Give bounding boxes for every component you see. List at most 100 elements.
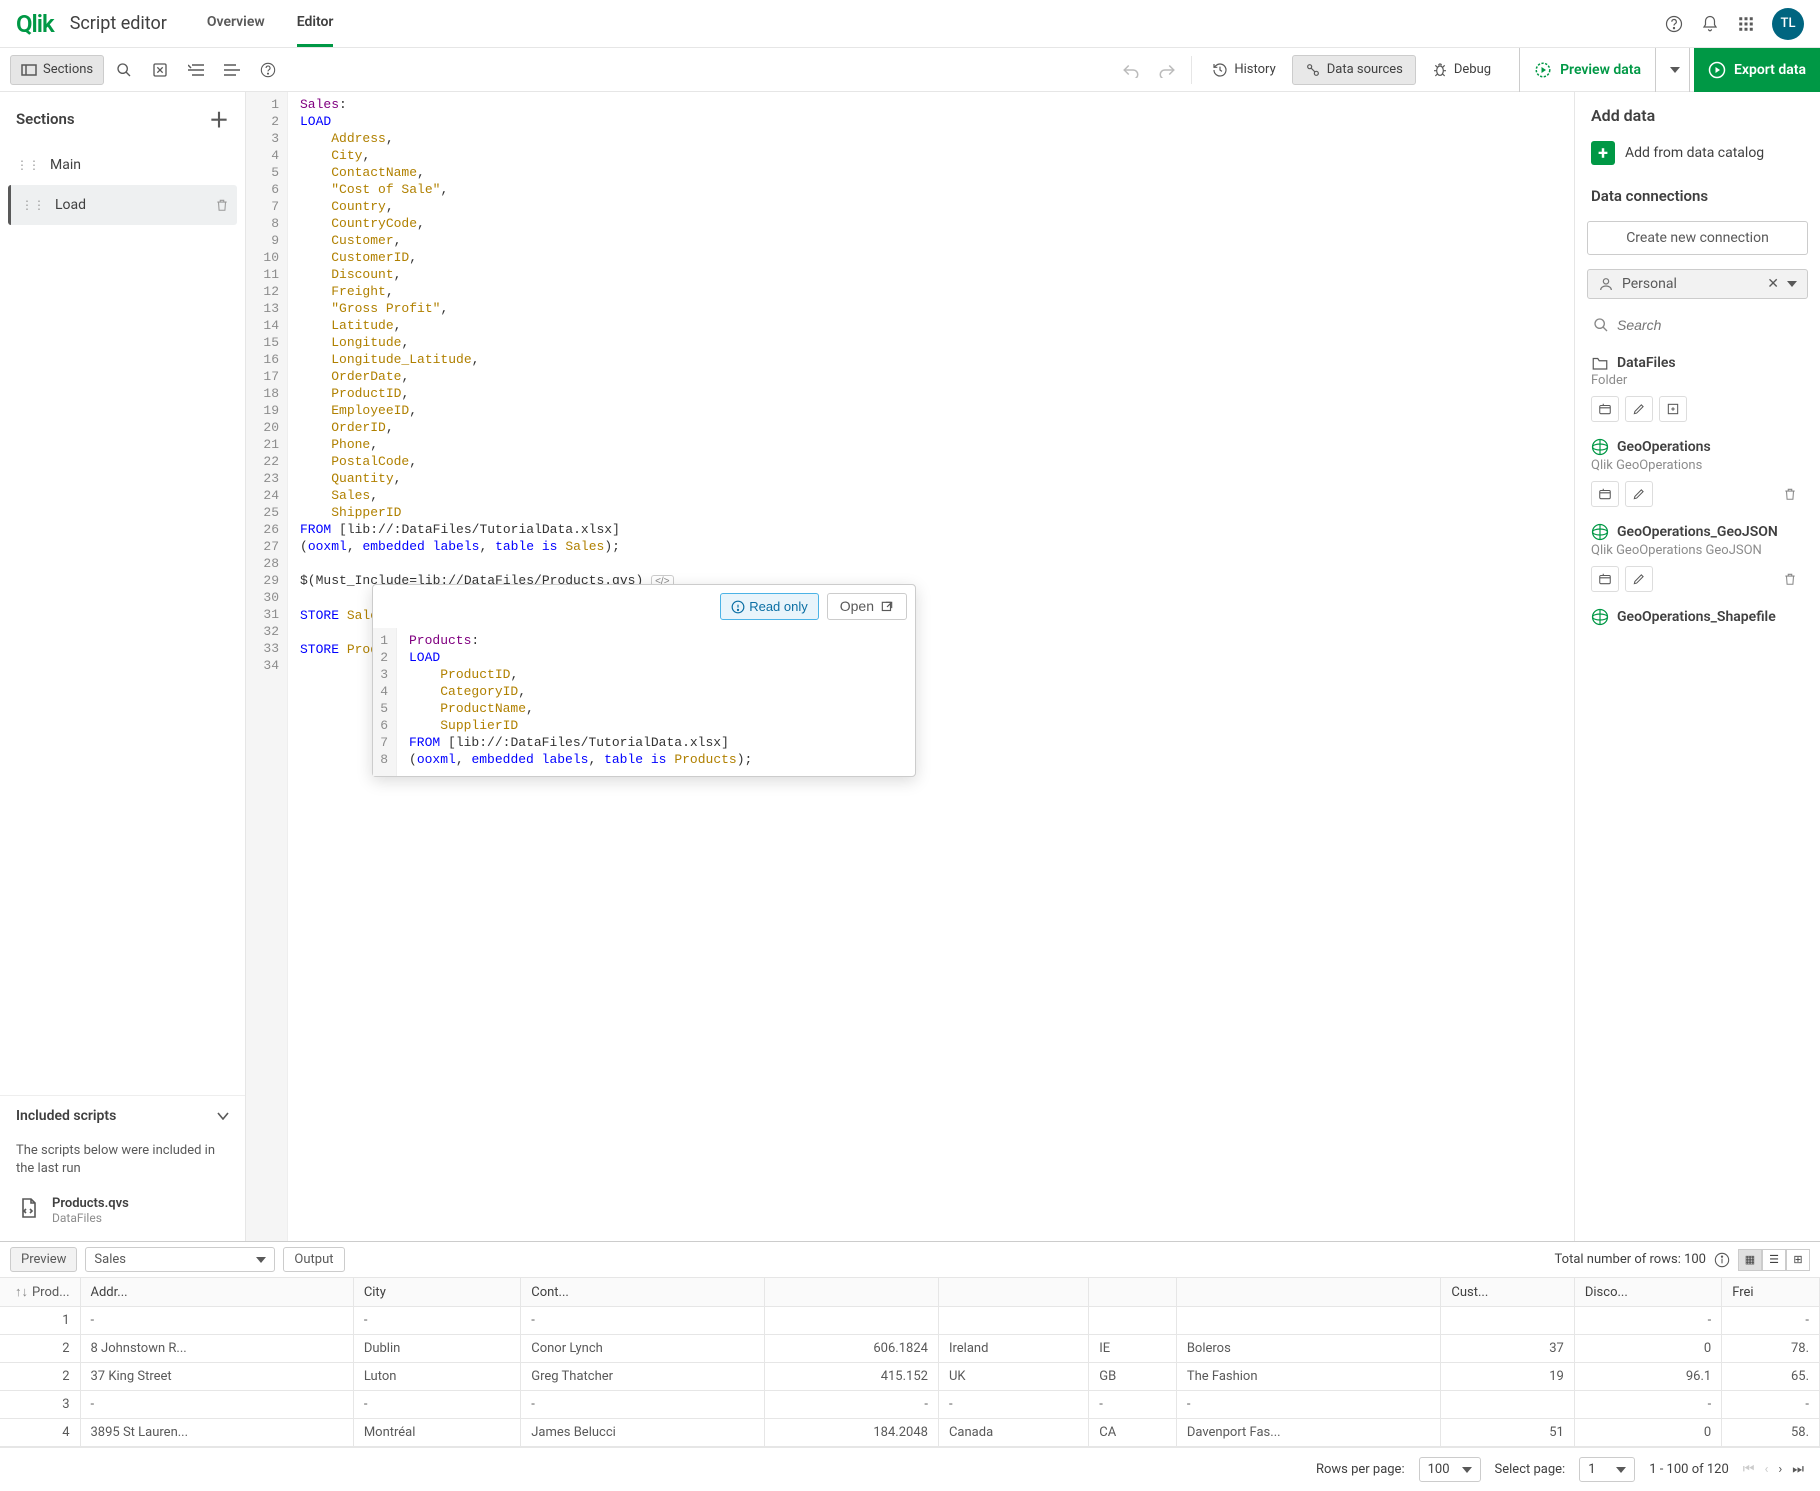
avatar[interactable]: TL: [1772, 8, 1804, 40]
preview-dropdown[interactable]: [1660, 48, 1690, 92]
table-cell: [1089, 1307, 1177, 1335]
redo-icon[interactable]: [1151, 54, 1183, 86]
apps-icon[interactable]: [1736, 14, 1756, 34]
last-page-icon[interactable]: ⏭: [1792, 1462, 1804, 1477]
info-icon[interactable]: [1714, 1252, 1730, 1268]
table-cell: [1441, 1307, 1574, 1335]
editor-area: 1234567891011121314151617181920212223242…: [246, 92, 1574, 1241]
table-cell: [764, 1307, 938, 1335]
first-page-icon[interactable]: ⏮: [1743, 1462, 1755, 1477]
preview-data-button[interactable]: Preview data: [1519, 48, 1656, 92]
help2-icon[interactable]: [252, 54, 284, 86]
table-row[interactable]: 43895 St Lauren...MontréalJames Belucci1…: [0, 1419, 1820, 1447]
table-cell: James Belucci: [521, 1419, 764, 1447]
connection-item[interactable]: GeoOperations_GeoJSON Qlik GeoOperations…: [1575, 513, 1820, 598]
connection-search[interactable]: [1587, 313, 1808, 337]
conn-edit-icon[interactable]: [1625, 396, 1653, 422]
table-row[interactable]: 3---------: [0, 1391, 1820, 1419]
table-cell: UK: [938, 1363, 1088, 1391]
view-grid-icon[interactable]: ⊞: [1786, 1249, 1810, 1271]
help-icon[interactable]: [1664, 14, 1684, 34]
table-cell: -: [1722, 1307, 1820, 1335]
debug-button[interactable]: Debug: [1420, 55, 1503, 85]
page-select[interactable]: 1: [1579, 1457, 1635, 1482]
export-data-button[interactable]: Export data: [1694, 48, 1820, 92]
conn-select-icon[interactable]: [1591, 566, 1619, 592]
space-selector[interactable]: Personal ✕: [1587, 269, 1808, 299]
indent-icon[interactable]: [180, 54, 212, 86]
table-cell: 3895 St Lauren...: [80, 1419, 353, 1447]
sort-icon[interactable]: ↑↓: [15, 1285, 28, 1300]
conn-edit-icon[interactable]: [1625, 481, 1653, 507]
chevron-down-icon[interactable]: [1787, 281, 1797, 287]
column-header[interactable]: Cust...: [1441, 1278, 1574, 1307]
column-header[interactable]: Addr...: [80, 1278, 353, 1307]
add-from-catalog-button[interactable]: + Add from data catalog: [1575, 133, 1820, 173]
section-item-main[interactable]: ⋮⋮ Main: [8, 145, 237, 185]
drag-icon: ⋮⋮: [21, 198, 45, 212]
preview-tab[interactable]: Preview: [10, 1247, 77, 1272]
bell-icon[interactable]: [1700, 14, 1720, 34]
table-cell: 0: [1574, 1419, 1721, 1447]
clear-icon[interactable]: ✕: [1767, 276, 1779, 292]
create-connection-button[interactable]: Create new connection: [1587, 221, 1808, 255]
table-cell: Ireland: [938, 1335, 1088, 1363]
table-cell: Montréal: [353, 1419, 520, 1447]
tab-editor[interactable]: Editor: [297, 0, 334, 47]
table-cell: 1: [0, 1307, 80, 1335]
search-input[interactable]: [1617, 317, 1802, 333]
rows-per-page-select[interactable]: 100: [1419, 1457, 1481, 1482]
connection-item[interactable]: GeoOperations Qlik GeoOperations: [1575, 428, 1820, 513]
table-select[interactable]: Sales: [85, 1247, 275, 1272]
outdent-icon[interactable]: [216, 54, 248, 86]
table-cell: Greg Thatcher: [521, 1363, 764, 1391]
conn-delete-icon[interactable]: [1776, 481, 1804, 507]
tab-overview[interactable]: Overview: [207, 0, 265, 47]
conn-select-icon[interactable]: [1591, 481, 1619, 507]
column-header[interactable]: Cont...: [521, 1278, 764, 1307]
table-cell: 37: [1441, 1335, 1574, 1363]
data-sources-button[interactable]: Data sources: [1292, 55, 1416, 85]
column-header[interactable]: ↑↓Prod...: [0, 1278, 80, 1307]
column-header[interactable]: Disco...: [1574, 1278, 1721, 1307]
included-file[interactable]: Products.qvs DataFiles: [0, 1190, 245, 1241]
output-tab[interactable]: Output: [283, 1247, 344, 1272]
column-header[interactable]: [1089, 1278, 1177, 1307]
undo-icon[interactable]: [1115, 54, 1147, 86]
table-row[interactable]: 237 King StreetLutonGreg Thatcher415.152…: [0, 1363, 1820, 1391]
conn-select-icon[interactable]: [1591, 396, 1619, 422]
column-header[interactable]: City: [353, 1278, 520, 1307]
history-button[interactable]: History: [1200, 55, 1287, 85]
column-header[interactable]: [938, 1278, 1088, 1307]
view-list-icon[interactable]: ☰: [1762, 1249, 1786, 1271]
connection-item[interactable]: GeoOperations_Shapefile: [1575, 598, 1820, 632]
table-row[interactable]: 28 Johnstown R...DublinConor Lynch606.18…: [0, 1335, 1820, 1363]
chevron-down-icon[interactable]: [217, 1112, 229, 1120]
table-cell: [938, 1307, 1088, 1335]
table-cell: 65.: [1722, 1363, 1820, 1391]
popup-gutter: 12345678: [373, 628, 397, 776]
delete-section-icon[interactable]: [215, 197, 229, 213]
section-item-load[interactable]: ⋮⋮ Load: [8, 185, 237, 225]
sections-button[interactable]: Sections: [10, 55, 104, 85]
next-page-icon[interactable]: ›: [1778, 1462, 1782, 1477]
table-cell: -: [521, 1307, 764, 1335]
open-script-button[interactable]: Open: [827, 593, 907, 620]
table-cell: GB: [1089, 1363, 1177, 1391]
column-header[interactable]: [764, 1278, 938, 1307]
column-header[interactable]: [1176, 1278, 1441, 1307]
column-header[interactable]: Frei: [1722, 1278, 1820, 1307]
read-only-badge: Read only: [720, 593, 819, 620]
comment-icon[interactable]: [144, 54, 176, 86]
conn-insert-icon[interactable]: [1659, 396, 1687, 422]
conn-edit-icon[interactable]: [1625, 566, 1653, 592]
view-table-icon[interactable]: ▦: [1738, 1249, 1762, 1271]
prev-page-icon[interactable]: ‹: [1764, 1462, 1768, 1477]
conn-delete-icon[interactable]: [1776, 566, 1804, 592]
search-icon[interactable]: [108, 54, 140, 86]
table-cell: Canada: [938, 1419, 1088, 1447]
table-row[interactable]: 1-----: [0, 1307, 1820, 1335]
add-section-icon[interactable]: ＋: [209, 104, 229, 133]
connection-item[interactable]: DataFiles Folder: [1575, 345, 1820, 428]
history-label: History: [1234, 62, 1275, 77]
